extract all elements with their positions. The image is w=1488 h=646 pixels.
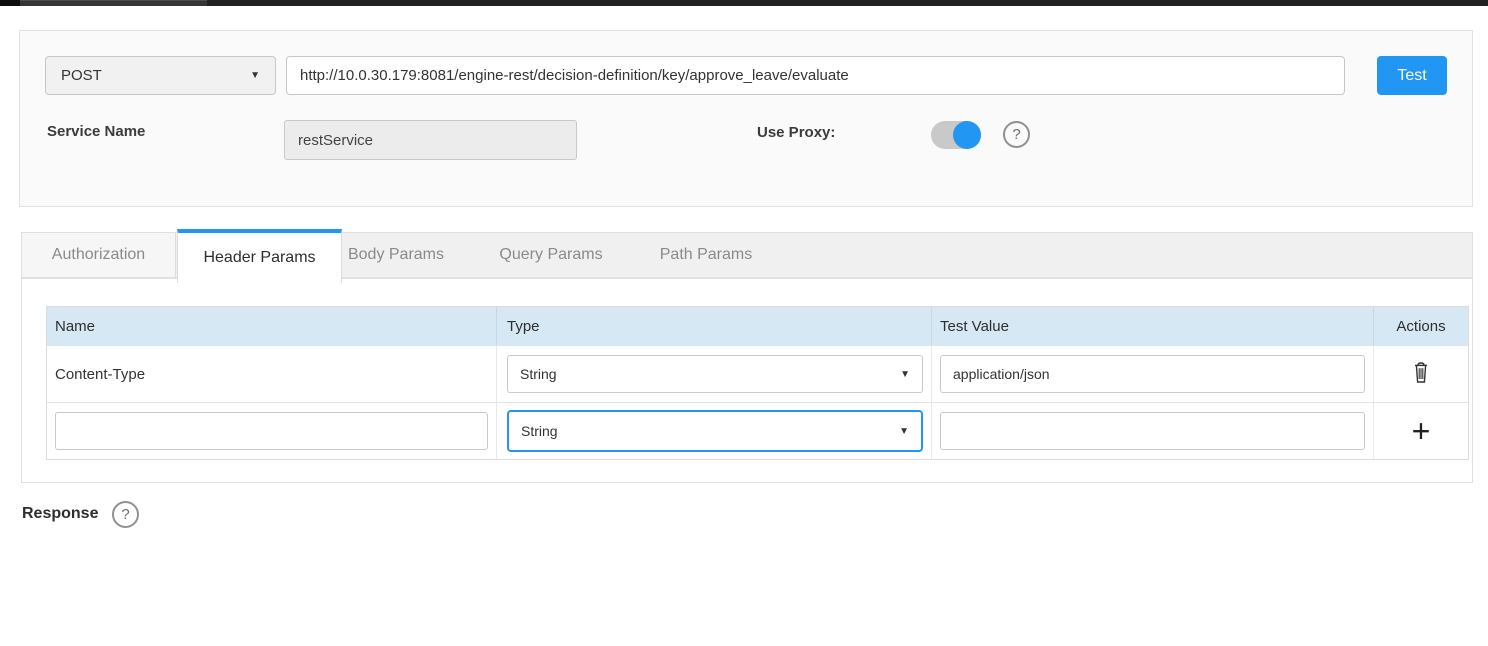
use-proxy-label: Use Proxy:	[757, 124, 835, 141]
table-header-row: Name Type Test Value Actions	[47, 307, 1468, 345]
column-header-test-value: Test Value	[932, 307, 1374, 345]
browser-chrome-sliver	[0, 0, 1488, 6]
param-test-value-input[interactable]	[940, 355, 1365, 393]
column-header-actions: Actions	[1374, 307, 1468, 345]
tab-header-params[interactable]: Header Params	[177, 229, 342, 283]
proxy-help-icon[interactable]: ?	[1003, 121, 1030, 148]
delete-row-button[interactable]	[1401, 354, 1441, 394]
param-type-dropdown[interactable]: String ▼	[507, 355, 923, 393]
request-panel: POST ▼ Test Service Name Use Proxy: ?	[19, 30, 1473, 207]
params-table: Name Type Test Value Actions Content-Typ…	[46, 306, 1469, 460]
trash-icon	[1411, 362, 1431, 386]
param-name-value: Content-Type	[55, 366, 145, 383]
add-row-button[interactable]: +	[1401, 411, 1441, 451]
tab-authorization[interactable]: Authorization	[22, 233, 176, 277]
plus-icon: +	[1412, 415, 1431, 447]
http-method-dropdown[interactable]: POST ▼	[45, 56, 276, 95]
new-param-type-dropdown[interactable]: String ▼	[507, 410, 923, 452]
header-params-card: Name Type Test Value Actions Content-Typ…	[21, 278, 1473, 483]
table-row: Content-Type String ▼	[47, 345, 1468, 402]
params-tab-bar: Authorization Header Params Body Params …	[21, 232, 1473, 278]
tab-path-params[interactable]: Path Params	[631, 233, 781, 277]
tab-query-params[interactable]: Query Params	[471, 233, 631, 277]
request-url-input[interactable]	[286, 56, 1345, 95]
chevron-down-icon: ▼	[250, 70, 260, 81]
toggle-thumb	[953, 121, 981, 149]
chevron-down-icon: ▼	[900, 369, 910, 380]
param-type-value: String	[520, 366, 557, 382]
param-type-value: String	[521, 423, 558, 439]
response-section-label: Response	[22, 505, 98, 523]
http-method-value: POST	[61, 67, 102, 84]
tab-body-params[interactable]: Body Params	[321, 233, 471, 277]
service-name-label: Service Name	[47, 123, 145, 140]
column-header-name: Name	[47, 307, 497, 345]
chevron-down-icon: ▼	[899, 426, 909, 437]
chrome-segment-dark	[0, 0, 20, 6]
service-name-input[interactable]	[284, 120, 577, 160]
new-param-test-value-input[interactable]	[940, 412, 1365, 450]
chrome-segment-tab	[20, 0, 207, 6]
column-header-type: Type	[497, 307, 932, 345]
response-help-icon[interactable]: ?	[112, 501, 139, 528]
table-row: String ▼ +	[47, 402, 1468, 459]
use-proxy-toggle[interactable]	[931, 121, 981, 149]
new-param-name-input[interactable]	[55, 412, 488, 450]
test-button[interactable]: Test	[1377, 56, 1447, 95]
